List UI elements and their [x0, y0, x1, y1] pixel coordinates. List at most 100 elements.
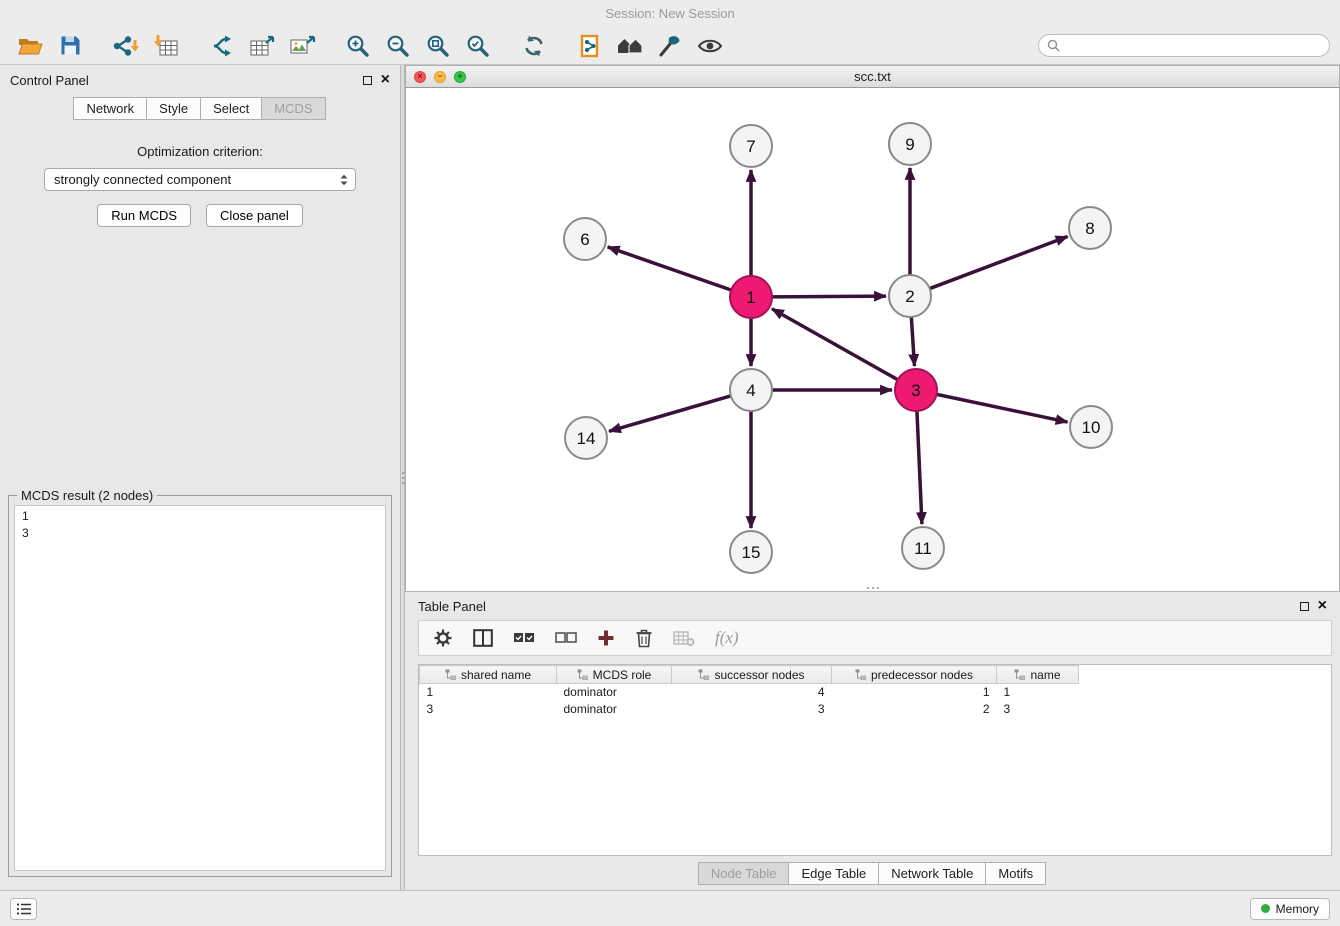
add-column-button[interactable] — [597, 629, 615, 647]
search-icon — [1047, 39, 1060, 52]
apply-style-button[interactable] — [650, 31, 690, 61]
svg-text:4: 4 — [746, 381, 755, 400]
tab-motifs[interactable]: Motifs — [985, 862, 1046, 885]
memory-button[interactable]: Memory — [1250, 898, 1330, 920]
column-header-name[interactable]: name — [997, 666, 1079, 684]
node-2[interactable]: 2 — [889, 275, 931, 317]
table-settings-button[interactable] — [433, 628, 453, 648]
edge-1-6[interactable] — [608, 247, 732, 290]
edge-3-1[interactable] — [772, 309, 899, 380]
run-mcds-button[interactable]: Run MCDS — [97, 204, 191, 227]
edge-3-11[interactable] — [917, 410, 922, 524]
tab-edge-table[interactable]: Edge Table — [788, 862, 879, 885]
node-15[interactable]: 15 — [730, 531, 772, 573]
node-table[interactable]: shared name MCDS role successor nodes pr… — [418, 664, 1332, 856]
edge-2-3[interactable] — [911, 316, 914, 366]
gear-icon — [433, 628, 453, 648]
refresh-layout-button[interactable] — [514, 31, 554, 61]
float-panel-icon[interactable] — [363, 76, 372, 85]
node-10[interactable]: 10 — [1070, 406, 1112, 448]
close-panel-button[interactable]: Close panel — [206, 204, 303, 227]
tab-style[interactable]: Style — [146, 97, 201, 120]
node-table-body: 1dominator4113dominator323 — [420, 684, 1079, 718]
open-folder-icon — [17, 35, 43, 57]
deselect-all-button[interactable] — [555, 630, 577, 646]
float-table-panel-icon[interactable] — [1300, 602, 1309, 611]
edge-1-2[interactable] — [771, 296, 886, 297]
column-header-predecessor-nodes[interactable]: predecessor nodes — [832, 666, 997, 684]
table-cell[interactable]: 1 — [832, 684, 997, 701]
split-columns-button[interactable] — [473, 629, 493, 647]
svg-text:2: 2 — [905, 287, 914, 306]
criterion-select[interactable]: strongly connected component — [44, 168, 356, 191]
node-7[interactable]: 7 — [730, 125, 772, 167]
network-window-titlebar[interactable]: scc.txt × − + — [405, 65, 1340, 88]
select-all-icon — [513, 630, 535, 646]
zoom-window-button[interactable]: + — [454, 71, 466, 83]
clone-network-button[interactable] — [570, 31, 610, 61]
horizontal-splitter-handle[interactable] — [867, 587, 879, 589]
tab-network[interactable]: Network — [73, 97, 147, 120]
tab-mcds[interactable]: MCDS — [261, 97, 325, 120]
column-header-successor-nodes[interactable]: successor nodes — [672, 666, 832, 684]
node-14[interactable]: 14 — [565, 417, 607, 459]
mcds-result-box[interactable]: 1 3 — [14, 505, 386, 871]
table-cell[interactable]: 3 — [997, 701, 1079, 718]
open-file-button[interactable] — [10, 31, 50, 61]
go-home-button[interactable] — [610, 31, 650, 61]
table-cell[interactable]: dominator — [557, 701, 672, 718]
memory-label: Memory — [1276, 902, 1319, 916]
edge-3-10[interactable] — [936, 394, 1068, 422]
node-9[interactable]: 9 — [889, 123, 931, 165]
close-panel-icon[interactable]: × — [381, 72, 390, 88]
function-builder-button[interactable]: f(x) — [715, 628, 739, 648]
network-canvas[interactable]: 7 9 6 8 1 2 4 3 14 10 15 11 — [405, 88, 1340, 591]
refresh-icon — [522, 34, 546, 58]
table-cell[interactable]: 1 — [997, 684, 1079, 701]
table-cell[interactable]: 4 — [672, 684, 832, 701]
import-network-button[interactable] — [106, 31, 146, 61]
edge-2-8[interactable] — [929, 236, 1068, 288]
node-11[interactable]: 11 — [902, 527, 944, 569]
zoom-fit-button[interactable] — [418, 31, 458, 61]
tab-select[interactable]: Select — [200, 97, 262, 120]
node-3[interactable]: 3 — [895, 369, 937, 411]
new-network-button[interactable] — [202, 31, 242, 61]
export-network-button[interactable] — [242, 31, 282, 61]
node-4[interactable]: 4 — [730, 369, 772, 411]
list-icon — [16, 902, 32, 916]
column-header-shared-name[interactable]: shared name — [420, 666, 557, 684]
close-table-panel-icon[interactable]: × — [1318, 598, 1327, 614]
table-cell[interactable]: 1 — [420, 684, 557, 701]
search-input[interactable] — [1065, 39, 1321, 53]
zoom-in-button[interactable] — [338, 31, 378, 61]
tab-network-table[interactable]: Network Table — [878, 862, 986, 885]
minimize-window-button[interactable]: − — [434, 71, 446, 83]
node-1[interactable]: 1 — [730, 276, 772, 318]
edge-4-14[interactable] — [609, 396, 732, 432]
delete-table-button[interactable] — [673, 629, 695, 647]
search-field[interactable] — [1038, 34, 1330, 57]
table-row[interactable]: 3dominator323 — [420, 701, 1079, 718]
show-panels-button[interactable] — [10, 898, 37, 920]
node-8[interactable]: 8 — [1069, 207, 1111, 249]
import-table-button[interactable] — [146, 31, 186, 61]
export-image-button[interactable] — [282, 31, 322, 61]
table-cell[interactable]: dominator — [557, 684, 672, 701]
zoom-selected-button[interactable] — [458, 31, 498, 61]
table-cell[interactable]: 3 — [420, 701, 557, 718]
table-cell[interactable]: 3 — [672, 701, 832, 718]
show-hide-button[interactable] — [690, 31, 730, 61]
zoom-out-button[interactable] — [378, 31, 418, 61]
table-cell[interactable]: 2 — [832, 701, 997, 718]
save-session-button[interactable] — [50, 31, 90, 61]
delete-column-button[interactable] — [635, 628, 653, 648]
svg-text:7: 7 — [746, 137, 755, 156]
zoom-selected-icon — [466, 34, 490, 58]
column-header-mcds-role[interactable]: MCDS role — [557, 666, 672, 684]
node-6[interactable]: 6 — [564, 218, 606, 260]
close-window-button[interactable]: × — [414, 71, 426, 83]
table-row[interactable]: 1dominator411 — [420, 684, 1079, 701]
select-all-button[interactable] — [513, 630, 535, 646]
tab-node-table[interactable]: Node Table — [698, 862, 790, 885]
